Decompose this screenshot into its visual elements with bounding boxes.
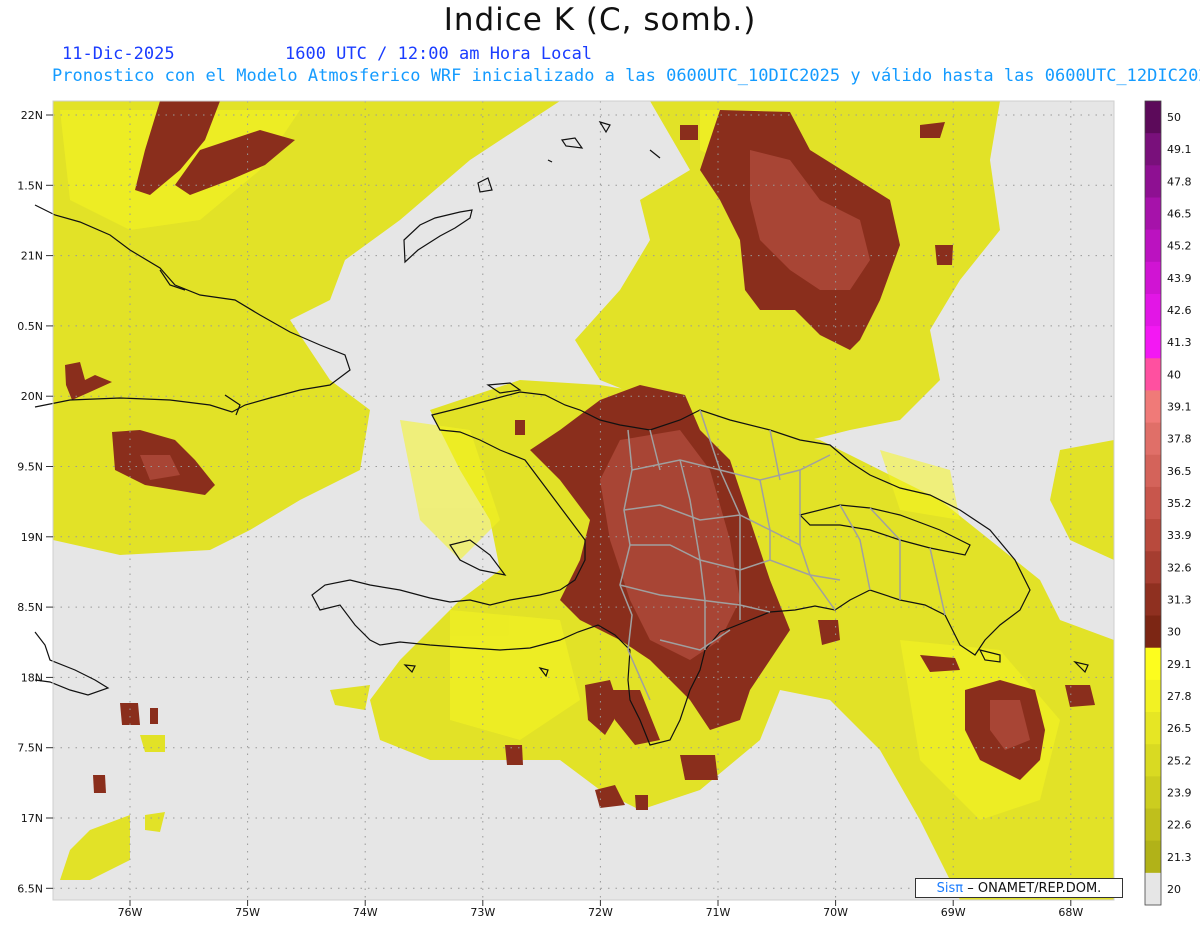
lat-label: 20N	[21, 390, 43, 403]
longitude-labels: 76W 75W 74W 73W 72W 71W 70W 69W 68W	[118, 900, 1083, 919]
legend-label: 47.8	[1167, 175, 1192, 188]
legend-swatch	[1145, 326, 1161, 359]
legend-label: 39.1	[1167, 401, 1192, 414]
lat-label: 18N	[21, 671, 43, 684]
legend-label: 25.2	[1167, 754, 1192, 767]
legend-label: 32.6	[1167, 561, 1192, 574]
lat-label: 1.5N	[17, 179, 43, 192]
credit-text: – ONAMET/REP.DOM.	[967, 881, 1102, 896]
legend-swatch	[1145, 872, 1161, 906]
sisp-logo: Sisπ	[936, 881, 964, 896]
legend-swatch	[1145, 615, 1161, 649]
lon-label: 75W	[235, 906, 260, 919]
credit-box: Sisπ – ONAMET/REP.DOM.	[915, 878, 1123, 898]
legend-label: 37.8	[1167, 433, 1192, 446]
legend-label: 42.6	[1167, 304, 1192, 317]
legend-swatch	[1145, 519, 1161, 552]
lon-label: 69W	[941, 906, 966, 919]
legend-label: 41.3	[1167, 336, 1192, 349]
forecast-time: 1600 UTC / 12:00 am Hora Local	[285, 44, 593, 64]
legend-swatch	[1145, 486, 1161, 520]
legend-label: 45.2	[1167, 240, 1192, 253]
legend-label: 43.9	[1167, 272, 1192, 285]
legend-label: 21.3	[1167, 851, 1192, 864]
lat-label: 17N	[21, 812, 43, 825]
legend-label: 23.9	[1167, 786, 1192, 799]
map-title: Indice K (C, somb.)	[443, 2, 757, 38]
lat-label: 6.5N	[17, 882, 43, 895]
legend-swatch	[1145, 229, 1161, 263]
legend-swatch	[1145, 583, 1161, 617]
legend-label: 50	[1167, 111, 1181, 124]
forecast-map: 22N 1.5N 21N 0.5N 20N 9.5N 19N 8.5N 18N 7.5N 17N 6.…	[17, 100, 1192, 919]
legend-swatch	[1145, 101, 1161, 134]
legend-swatch	[1145, 776, 1161, 810]
lon-label: 76W	[118, 906, 143, 919]
forecast-description: Pronostico con el Modelo Atmosferico WRF…	[52, 66, 1200, 86]
legend-label: 20	[1167, 883, 1181, 896]
legend-swatch	[1145, 358, 1161, 391]
legend-label: 46.5	[1167, 208, 1192, 221]
legend-label: 31.3	[1167, 593, 1192, 606]
forecast-date: 11-Dic-2025	[62, 44, 175, 64]
legend-swatch	[1145, 712, 1161, 745]
latitude-labels: 22N 1.5N 21N 0.5N 20N 9.5N 19N 8.5N 18N 7.5N 17N 6.…	[17, 109, 53, 895]
legend-label: 36.5	[1167, 465, 1192, 478]
legend-swatch	[1145, 840, 1161, 874]
legend-swatch	[1145, 744, 1161, 777]
legend-swatch	[1145, 133, 1161, 166]
lat-label: 19N	[21, 531, 43, 544]
lon-label: 71W	[706, 906, 731, 919]
lon-label: 70W	[823, 906, 848, 919]
legend-label: 49.1	[1167, 143, 1192, 156]
legend-label: 27.8	[1167, 690, 1192, 703]
legend-label: 33.9	[1167, 529, 1192, 542]
color-legend: 50 49.1 47.8 46.5 45.2 43.9 42.6 41.3 40 39.1 37.8…	[1144, 100, 1192, 906]
lat-label: 8.5N	[17, 601, 43, 614]
legend-label: 35.2	[1167, 497, 1192, 510]
legend-swatch	[1145, 165, 1161, 198]
legend-swatch	[1145, 454, 1161, 488]
legend-swatch	[1145, 261, 1161, 295]
lat-label: 0.5N	[17, 320, 43, 333]
lon-label: 72W	[588, 906, 613, 919]
legend-label: 26.5	[1167, 722, 1192, 735]
legend-swatch	[1145, 679, 1161, 713]
lat-label: 9.5N	[17, 461, 43, 474]
legend-label: 22.6	[1167, 819, 1192, 832]
legend-label: 30	[1167, 626, 1181, 639]
legend-swatch	[1145, 647, 1161, 681]
lat-label: 22N	[21, 109, 43, 122]
legend-swatch	[1145, 293, 1161, 327]
lon-label: 68W	[1058, 906, 1083, 919]
legend-swatch	[1145, 422, 1161, 456]
legend-swatch	[1145, 551, 1161, 584]
legend-label: 29.1	[1167, 658, 1192, 671]
lon-label: 73W	[470, 906, 495, 919]
lat-label: 7.5N	[17, 742, 43, 755]
legend-swatch	[1145, 808, 1161, 842]
lon-label: 74W	[353, 906, 378, 919]
legend-label: 40	[1167, 368, 1181, 381]
legend-swatch	[1145, 197, 1161, 231]
lat-label: 21N	[21, 250, 43, 263]
legend-swatch	[1145, 390, 1161, 424]
